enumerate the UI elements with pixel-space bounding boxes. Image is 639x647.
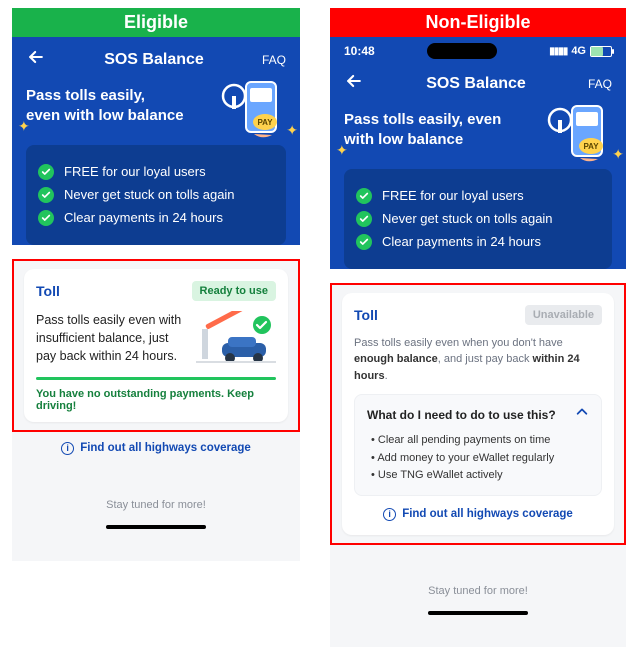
list-item: Use TNG eWallet actively — [371, 467, 589, 485]
coverage-link-text: Find out all highways coverage — [402, 508, 573, 520]
svg-text:PAY: PAY — [583, 142, 599, 151]
nav-title: SOS Balance — [104, 51, 204, 69]
toll-card-desc: Pass tolls easily even when you don't ha… — [354, 335, 602, 385]
benefit-item: Never get stuck on tolls again — [356, 211, 600, 227]
toll-gate-car-icon — [196, 311, 276, 367]
check-icon — [38, 210, 54, 226]
benefit-text: Clear payments in 24 hours — [382, 234, 541, 249]
status-badge-ready: Ready to use — [192, 281, 276, 301]
banner-non-eligible: Non-Eligible — [330, 8, 626, 37]
hero-section: Pass tolls easily, even with low balance… — [330, 104, 626, 163]
banner-eligible: Eligible — [12, 8, 300, 37]
requirements-panel: What do I need to do to use this? Clear … — [354, 394, 602, 496]
sparkle-icon: ✦ — [18, 118, 30, 135]
signal-icon: ▮▮▮▮ — [549, 46, 567, 57]
hero-title: Pass tolls easily, even with low balance — [344, 110, 529, 151]
benefit-text: FREE for our loyal users — [382, 188, 524, 203]
hero-phone-pay-icon: PAY — [218, 76, 290, 147]
list-item: Add money to your eWallet regularly — [371, 450, 589, 468]
faq-link[interactable]: FAQ — [262, 53, 286, 67]
svg-text:PAY: PAY — [257, 118, 273, 127]
benefit-item: Never get stuck on tolls again — [38, 187, 274, 203]
sparkle-icon: ✦ — [612, 146, 624, 163]
benefit-text: Never get stuck on tolls again — [382, 211, 553, 226]
coverage-link-row[interactable]: i Find out all highways coverage — [354, 496, 602, 525]
below-fold-eligible: Toll Ready to use Pass tolls easily even… — [12, 259, 300, 561]
check-icon — [356, 211, 372, 227]
check-icon — [38, 164, 54, 180]
status-bar: 10:48 ▮▮▮▮ 4G — [330, 37, 626, 61]
benefit-item: FREE for our loyal users — [38, 164, 274, 180]
toll-card-title: Toll — [36, 283, 60, 299]
sparkle-icon: ✦ — [286, 122, 298, 139]
benefit-text: Clear payments in 24 hours — [64, 210, 223, 225]
sparkle-icon: ✦ — [336, 142, 348, 159]
benefit-item: FREE for our loyal users — [356, 188, 600, 204]
toll-card[interactable]: Toll Ready to use Pass tolls easily even… — [24, 269, 288, 422]
faq-link[interactable]: FAQ — [588, 77, 612, 91]
toll-card-title: Toll — [354, 307, 378, 323]
benefits-box: FREE for our loyal users Never get stuck… — [26, 145, 286, 245]
toll-card-eligible-highlight: Toll Ready to use Pass tolls easily even… — [12, 259, 300, 432]
toll-card-text: Pass tolls easily even with insufficient… — [36, 311, 188, 367]
back-arrow-icon[interactable] — [344, 71, 364, 96]
benefit-text: FREE for our loyal users — [64, 164, 206, 179]
info-icon: i — [61, 442, 74, 455]
requirements-title: What do I need to do to use this? — [367, 408, 556, 422]
coverage-link-text: Find out all highways coverage — [80, 442, 251, 454]
benefit-item: Clear payments in 24 hours — [38, 210, 274, 226]
check-icon — [356, 188, 372, 204]
nav-title: SOS Balance — [426, 75, 526, 93]
check-icon — [356, 234, 372, 250]
battery-icon — [590, 46, 612, 57]
toll-card[interactable]: Toll Unavailable Pass tolls easily even … — [342, 293, 614, 535]
panel-non-eligible: Non-Eligible 10:48 ▮▮▮▮ 4G SOS Balance F… — [330, 8, 626, 647]
progress-bar — [36, 377, 276, 380]
status-time: 10:48 — [344, 44, 375, 58]
hero-title: Pass tolls easily, even with low balance — [26, 86, 211, 127]
dynamic-island — [427, 43, 497, 59]
benefit-text: Never get stuck on tolls again — [64, 187, 235, 202]
home-indicator[interactable] — [106, 525, 206, 529]
chevron-up-icon — [575, 405, 589, 424]
hero-phone-pay-icon: PAY — [544, 100, 616, 171]
list-item: Clear all pending payments on time — [371, 432, 589, 450]
network-label: 4G — [571, 45, 586, 57]
back-arrow-icon[interactable] — [26, 47, 46, 72]
requirements-toggle[interactable]: What do I need to do to use this? — [367, 405, 589, 424]
status-badge-unavailable: Unavailable — [525, 305, 602, 325]
coverage-link-row[interactable]: i Find out all highways coverage — [12, 432, 300, 459]
no-outstanding-message: You have no outstanding payments. Keep d… — [36, 388, 276, 412]
benefits-box: FREE for our loyal users Never get stuck… — [344, 169, 612, 269]
home-indicator[interactable] — [428, 611, 528, 615]
phone-screen-non-eligible: 10:48 ▮▮▮▮ 4G SOS Balance FAQ Pass tolls… — [330, 37, 626, 269]
nav-bar: SOS Balance FAQ — [12, 37, 300, 80]
panel-eligible: Eligible SOS Balance FAQ Pass tolls easi… — [12, 8, 300, 561]
nav-bar: SOS Balance FAQ — [330, 61, 626, 104]
stay-tuned-text: Stay tuned for more! — [12, 459, 300, 525]
check-icon — [38, 187, 54, 203]
info-icon: i — [383, 508, 396, 521]
below-fold-non-eligible: Toll Unavailable Pass tolls easily even … — [330, 283, 626, 647]
benefit-item: Clear payments in 24 hours — [356, 234, 600, 250]
toll-card-non-eligible-highlight: Toll Unavailable Pass tolls easily even … — [330, 283, 626, 545]
requirements-list: Clear all pending payments on time Add m… — [367, 432, 589, 485]
hero-section: Pass tolls easily, even with low balance… — [12, 80, 300, 139]
phone-screen-eligible: SOS Balance FAQ Pass tolls easily, even … — [12, 37, 300, 245]
stay-tuned-text: Stay tuned for more! — [330, 545, 626, 611]
